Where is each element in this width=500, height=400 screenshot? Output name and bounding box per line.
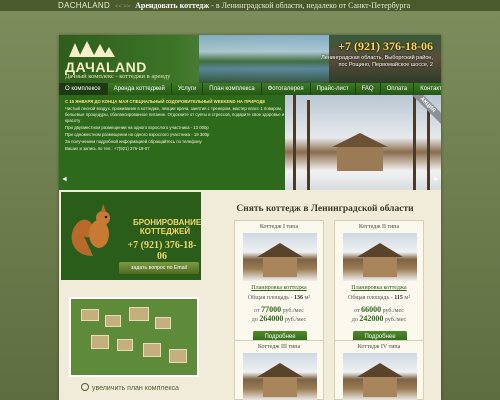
site-header: ДАЧАLAND Дачный комплекс - коттеджи в ар… (59, 35, 441, 83)
squirrel-icon (71, 204, 110, 256)
house-roof (257, 363, 303, 377)
header-phone[interactable]: +7 (921) 376-18-06 (338, 39, 433, 54)
card-title[interactable]: Коттедж I типа (235, 224, 323, 230)
slider-prev-arrow-icon[interactable]: ◄ (61, 175, 68, 183)
header-address: Ленинградская область, Выборгский район,… (321, 55, 433, 68)
booking-block: БРОНИРОВАНИЕ КОТТЕДЖЕЙ +7 (921) 376-18-0… (61, 192, 201, 280)
cottage-photo[interactable] (243, 233, 317, 281)
top-brand[interactable]: DACHALAND (58, 1, 110, 10)
cottage-photo[interactable] (243, 353, 317, 400)
promo-line: Ваших и запись по тел.: +7(921) 376-18-0… (65, 146, 150, 151)
house-roof (332, 133, 388, 147)
nav-item-pricelist[interactable]: Прайс-лист (311, 83, 356, 95)
tree-trunk (427, 102, 430, 190)
promo-photo: АКЦИЯ (285, 95, 441, 190)
price-from: 66000 (361, 305, 382, 314)
map-plot (169, 349, 187, 363)
nav-item-payment[interactable]: Оплата (381, 83, 415, 95)
cottage-card: Коттедж I типа Планировка коттеджа Общая… (234, 220, 324, 360)
nav-item-gallery[interactable]: Фотогалерея (262, 83, 311, 95)
area-value: 136 (294, 295, 304, 301)
area-label: Общая площадь - (348, 295, 393, 301)
nav-item-contacts[interactable]: Контакты (414, 83, 441, 95)
tree-trunk (293, 95, 296, 190)
house-wall (263, 377, 297, 397)
cottage-photo[interactable] (343, 233, 417, 281)
zoom-map-label: увеличить план комплекса (92, 385, 179, 392)
map-plot (155, 317, 171, 329)
price-to: 242000 (359, 314, 384, 323)
house-roof (257, 243, 303, 257)
complex-map[interactable] (69, 297, 199, 377)
cottage-card: Коттедж IV типа (334, 340, 424, 400)
tree-trunk (413, 95, 416, 190)
plan-link[interactable]: Планировка коттеджа (335, 285, 423, 291)
booking-label: БРОНИРОВАНИЕ КОТТЕДЖЕЙ (133, 218, 201, 236)
plan-link[interactable]: Планировка коттеджа (235, 285, 323, 291)
nav-item-services[interactable]: Услуги (172, 83, 204, 95)
top-tagline: Арендовать коттедж (135, 1, 210, 10)
price-to-label: до (351, 317, 358, 323)
site-slogan: Дачный комплекс - коттеджи в аренду (65, 73, 171, 80)
cottage-card: Коттедж III типа (234, 340, 324, 400)
area-unit: м² (304, 295, 311, 301)
card-title[interactable]: Коттедж II типа (335, 224, 423, 230)
nav-item-plan[interactable]: План комплекса (203, 83, 262, 95)
house-wall (363, 257, 397, 277)
promo-slider: С 15 ЯНВАРЯ ДО КОНЦА МАЯ СПЕЦИАЛЬНЫЙ ОЗД… (59, 95, 441, 190)
promo-line: При одноместном размещении на одного взр… (65, 132, 210, 137)
house-roof (357, 243, 403, 257)
promo-line: За получением подробной информацией обра… (65, 139, 202, 144)
map-plot (91, 335, 109, 349)
price-to-unit: руб./мес (384, 317, 407, 323)
house-wall (337, 147, 383, 171)
map-plot (143, 343, 161, 357)
area-value: 115 (394, 295, 403, 301)
nav-item-about[interactable]: О комплексе (59, 83, 108, 95)
area-unit: м² (404, 295, 410, 301)
top-strip: DACHALAND << >> Арендовать коттедж - в Л… (0, 0, 500, 11)
price-from-unit: руб./мес (282, 308, 304, 314)
card-area: Общая площадь - 115 м² (335, 295, 423, 301)
map-plot (105, 315, 121, 327)
map-plot (129, 307, 149, 321)
magnifier-icon (81, 383, 89, 391)
cottage-photo[interactable] (343, 353, 417, 400)
map-plot (81, 309, 99, 321)
zoom-map-link[interactable]: увеличить план комплекса (81, 383, 179, 392)
ask-email-button[interactable]: задать вопрос по Email (119, 262, 199, 274)
house-wall (363, 377, 397, 397)
promo-line: Чистый лесной воздух, проживание в котте… (65, 106, 285, 123)
price-to: 264000 (259, 314, 284, 323)
card-price: от 66000 руб./мес до 242000 руб./мес (335, 306, 423, 324)
price-from-unit: руб./мес (382, 308, 404, 314)
price-from: 77000 (261, 305, 282, 314)
house-roof (357, 363, 403, 377)
nav-item-rent[interactable]: Аренда коттеджей (108, 83, 172, 95)
promo-line: При двухместном размещении на одного взр… (65, 125, 209, 130)
area-label: Общая площадь - (247, 295, 293, 301)
tree-trunk (307, 100, 310, 190)
top-arrows: << >> (115, 4, 131, 10)
card-price: от 77000 руб./мес до 264000 руб./мес (235, 306, 323, 324)
map-plot (117, 339, 133, 351)
page-container: ДАЧАLAND Дачный комплекс - коттеджи в ар… (59, 35, 441, 400)
cottage-card: Коттедж II типа Планировка коттеджа Обща… (334, 220, 424, 360)
card-title[interactable]: Коттедж III типа (235, 344, 323, 350)
top-tagline-rest: - в Ленинградской области, недалеко от С… (209, 1, 411, 10)
slider-next-arrow-icon[interactable]: ► (433, 175, 440, 183)
card-area: Общая площадь - 136 м² (235, 295, 323, 301)
section-title: Снять коттедж в Ленинградской области (236, 204, 414, 214)
main-nav: О комплексе Аренда коттеджей Услуги План… (59, 83, 441, 95)
promo-line: С 15 ЯНВАРЯ ДО КОНЦА МАЯ СПЕЦИАЛЬНЫЙ ОЗД… (65, 99, 266, 104)
booking-phone[interactable]: +7 (921) 376-18-06 (123, 240, 201, 262)
promo-text: С 15 ЯНВАРЯ ДО КОНЦА МАЯ СПЕЦИАЛЬНЫЙ ОЗД… (65, 99, 285, 153)
card-title[interactable]: Коттедж IV типа (335, 344, 423, 350)
trees-logo-icon (69, 41, 115, 57)
house-wall (263, 257, 297, 277)
promo-ribbon: АКЦИЯ (404, 95, 441, 128)
nav-item-faq[interactable]: FAQ (356, 83, 381, 95)
price-to-unit: руб./мес (284, 317, 307, 323)
price-to-label: до (251, 317, 258, 323)
